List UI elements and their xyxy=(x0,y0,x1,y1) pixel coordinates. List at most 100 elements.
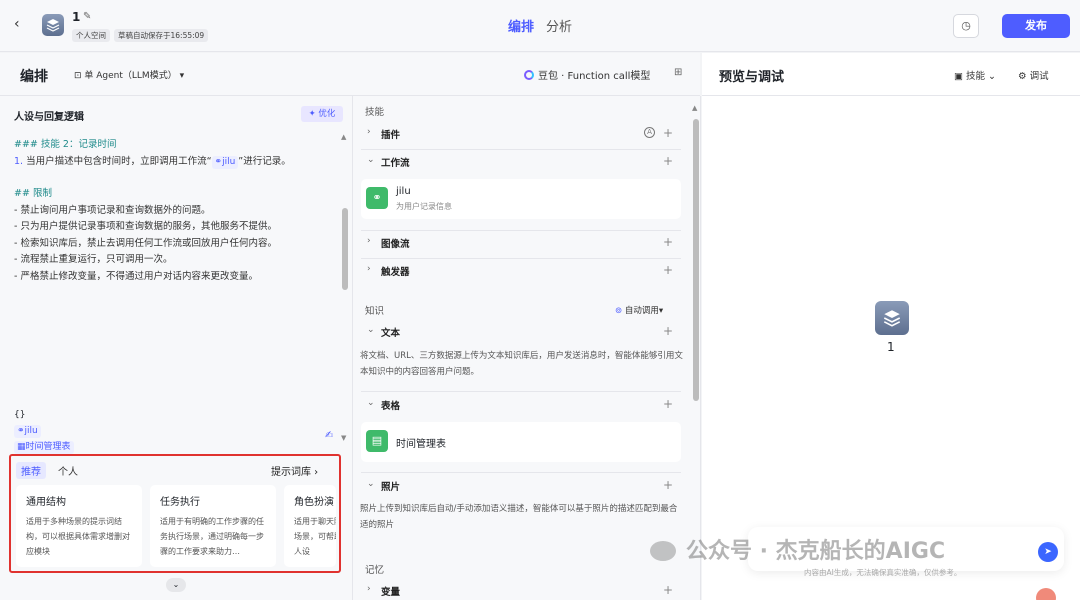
add-photo-icon[interactable]: + xyxy=(663,478,673,492)
history-clock-icon[interactable]: ◷ xyxy=(953,14,979,38)
table-row[interactable]: ⌄ 表格 + xyxy=(361,393,681,419)
divider xyxy=(361,391,681,392)
watermark: 公众号 · 杰克船长的AIGC xyxy=(650,533,945,565)
divider xyxy=(361,472,681,473)
chevron-down-icon: ⌄ xyxy=(367,479,375,489)
variables-label: 变量 xyxy=(381,587,401,598)
photo-label: 照片 xyxy=(381,482,401,493)
plugins-label: 插件 xyxy=(381,130,401,141)
text-knowledge-desc: 将文档、URL、三方数据源上传为文本知识库后，用户发送消息时，智能体能够引用文本… xyxy=(360,351,683,377)
workflow-tag-label: jilu xyxy=(222,156,236,167)
bot-name: 1 xyxy=(887,340,895,354)
table-var-tag[interactable]: ▦时间管理表 xyxy=(14,441,74,454)
auto-call-select[interactable]: ⊚ 自动调用▾ xyxy=(615,304,663,316)
tab-arrange[interactable]: 编排 xyxy=(508,16,534,35)
text-label: 文本 xyxy=(381,328,401,339)
table-item[interactable]: ▤ 时间管理表 xyxy=(361,422,681,462)
scroll-up-arrow-icon[interactable]: ▲ xyxy=(341,133,346,141)
agent-icon: ⊡ xyxy=(74,71,85,81)
tab-personal[interactable]: 个人 xyxy=(53,462,83,479)
add-imageflow-icon[interactable]: + xyxy=(663,235,673,249)
wechat-icon xyxy=(650,541,676,561)
optimize-label: 优化 xyxy=(318,109,336,119)
braces-text: {} xyxy=(14,410,26,420)
photo-row[interactable]: ⌄ 照片 + xyxy=(361,474,681,500)
preview-title: 预览与调试 xyxy=(719,70,785,85)
skill-icon: ▣ xyxy=(954,71,963,82)
add-workflow-icon[interactable]: + xyxy=(663,154,673,168)
workflow-item[interactable]: ⚭ jilu 为用户记录信息 xyxy=(361,179,681,219)
optimize-button[interactable]: ✦ 优化 xyxy=(301,106,343,122)
layout-grid-icon[interactable]: ⊞ xyxy=(674,67,682,78)
workflow-var-label: jilu xyxy=(24,426,38,436)
template-title: 任务执行 xyxy=(160,497,200,508)
workflow-name: jilu xyxy=(396,186,411,197)
add-plugin-icon[interactable]: + xyxy=(663,126,673,140)
skill-label: 技能 xyxy=(966,71,986,82)
workflow-row[interactable]: ⌄ 工作流 + xyxy=(361,150,681,176)
agent-mode-select[interactable]: ⊡ 单 Agent（LLM模式） ▾ xyxy=(74,68,184,81)
template-card[interactable]: 通用结构 适用于多种场景的提示词结构，可以根据具体需求增删对应模块 xyxy=(16,485,142,567)
prompt-line: - 严格禁止修改变量，不得通过用户对话内容来更改变量。 xyxy=(14,270,258,282)
skill-dropdown[interactable]: ▣ 技能 ⌄ xyxy=(954,68,996,82)
publish-button[interactable]: 发布 xyxy=(1002,14,1070,38)
scroll-up-arrow-icon[interactable]: ▲ xyxy=(692,104,697,112)
config-scrollbar[interactable] xyxy=(693,119,699,401)
watermark-text: 公众号 · 杰克船长的AIGC xyxy=(686,539,946,564)
mode-tabs: 编排 分析 xyxy=(508,16,572,35)
edit-pencil-icon[interactable]: ✎ xyxy=(83,11,91,22)
template-desc: 适用于有明确的工作步骤的任务执行场景，通过明确每一步骤的工作要求来助力… xyxy=(160,517,264,556)
template-card[interactable]: 角色扮演 适用于聊天陪伴、互动娱乐场景，可帮助塑造个性化的人设 xyxy=(284,485,336,567)
app-title: 1 xyxy=(72,10,81,24)
variable-list: {} ⚭jilu ▦时间管理表 xyxy=(14,407,74,455)
scroll-down-arrow-icon[interactable]: ▼ xyxy=(341,434,346,442)
add-text-icon[interactable]: + xyxy=(663,324,673,338)
prompt-text: ”进行记录。 xyxy=(238,155,291,167)
table-var-label: 时间管理表 xyxy=(25,442,71,452)
prompt-text: 当用户描述中包含时间时，立即调用工作流“ xyxy=(23,155,212,167)
tab-recommend[interactable]: 推荐 xyxy=(16,462,46,479)
prompt-library-label: 提示词库 xyxy=(271,467,311,478)
add-variable-icon[interactable]: + xyxy=(663,583,673,597)
preview-header: 预览与调试 ▣ 技能 ⌄ ⚙ 调试 xyxy=(702,53,1080,96)
tab-analyze[interactable]: 分析 xyxy=(546,16,572,35)
config-panel: 技能 ▲ › 插件 A + ⌄ 工作流 + ⚭ jilu 为用户记录信息 › 图… xyxy=(353,96,701,600)
prompt-line: - 禁止询问用户事项记录和查询数据外的问题。 xyxy=(14,204,211,216)
model-select[interactable]: 豆包 · Function call模型 xyxy=(524,67,650,82)
collapse-chevron-icon[interactable]: ⌄ xyxy=(166,578,186,592)
workflow-var-tag[interactable]: ⚭jilu xyxy=(14,425,41,438)
table-label: 表格 xyxy=(381,401,401,412)
knowledge-section-label: 知识 xyxy=(365,306,385,317)
auto-call-icon: ⊚ xyxy=(615,306,623,316)
plugins-row[interactable]: › 插件 A + xyxy=(361,122,681,148)
template-title: 通用结构 xyxy=(26,497,66,508)
template-card[interactable]: 任务执行 适用于有明确的工作步骤的任务执行场景，通过明确每一步骤的工作要求来助力… xyxy=(150,485,276,567)
add-trigger-icon[interactable]: + xyxy=(663,263,673,277)
preview-panel: 预览与调试 ▣ 技能 ⌄ ⚙ 调试 1 ➤ 内容由AI生成，无法确保真实准确，仅… xyxy=(702,53,1080,600)
add-table-icon[interactable]: + xyxy=(663,397,673,411)
chevron-down-icon: ⌄ xyxy=(367,325,375,335)
prompt-line: - 流程禁止重复运行，只可调用一次。 xyxy=(14,254,173,265)
memory-section-label: 记忆 xyxy=(365,565,385,576)
prompt-library-link[interactable]: 提示词库 › xyxy=(271,463,318,478)
template-desc: 适用于多种场景的提示词结构，可以根据具体需求增删对应模块 xyxy=(26,517,130,556)
trigger-row[interactable]: › 触发器 + xyxy=(361,259,681,285)
prompt-library-panel: 推荐 个人 提示词库 › 通用结构 适用于多种场景的提示词结构，可以根据具体需求… xyxy=(9,454,341,573)
pen-icon[interactable]: ✍ xyxy=(325,430,333,441)
text-knowledge-row[interactable]: ⌄ 文本 + xyxy=(361,320,681,346)
ai-disclaimer: 内容由AI生成，无法确保真实准确，仅供参考。 xyxy=(804,568,962,577)
model-logo-icon xyxy=(524,70,534,80)
chevron-right-icon: › xyxy=(367,264,371,274)
imageflow-row[interactable]: › 图像流 + xyxy=(361,231,681,257)
send-icon[interactable]: ➤ xyxy=(1038,542,1058,562)
editor-header: 编排 ⊡ 单 Agent（LLM模式） ▾ 豆包 · Function call… xyxy=(0,53,700,96)
editor-scrollbar[interactable] xyxy=(342,208,348,290)
workflow-tag[interactable]: ⚭jilu xyxy=(211,155,239,169)
variables-row[interactable]: › 变量 + xyxy=(361,579,681,600)
back-arrow-icon[interactable]: ‹ xyxy=(14,16,32,34)
debug-button[interactable]: ⚙ 调试 xyxy=(1018,68,1049,82)
wrench-icon: ⚙ xyxy=(1018,71,1027,82)
prompt-textarea[interactable]: ### 技能 2：记录时间 1. 当用户描述中包含时间时，立即调用工作流“ ⚭ji… xyxy=(14,137,339,285)
auto-icon[interactable]: A xyxy=(644,127,655,138)
agent-mode-label: 单 Agent（LLM模式） xyxy=(84,71,177,81)
